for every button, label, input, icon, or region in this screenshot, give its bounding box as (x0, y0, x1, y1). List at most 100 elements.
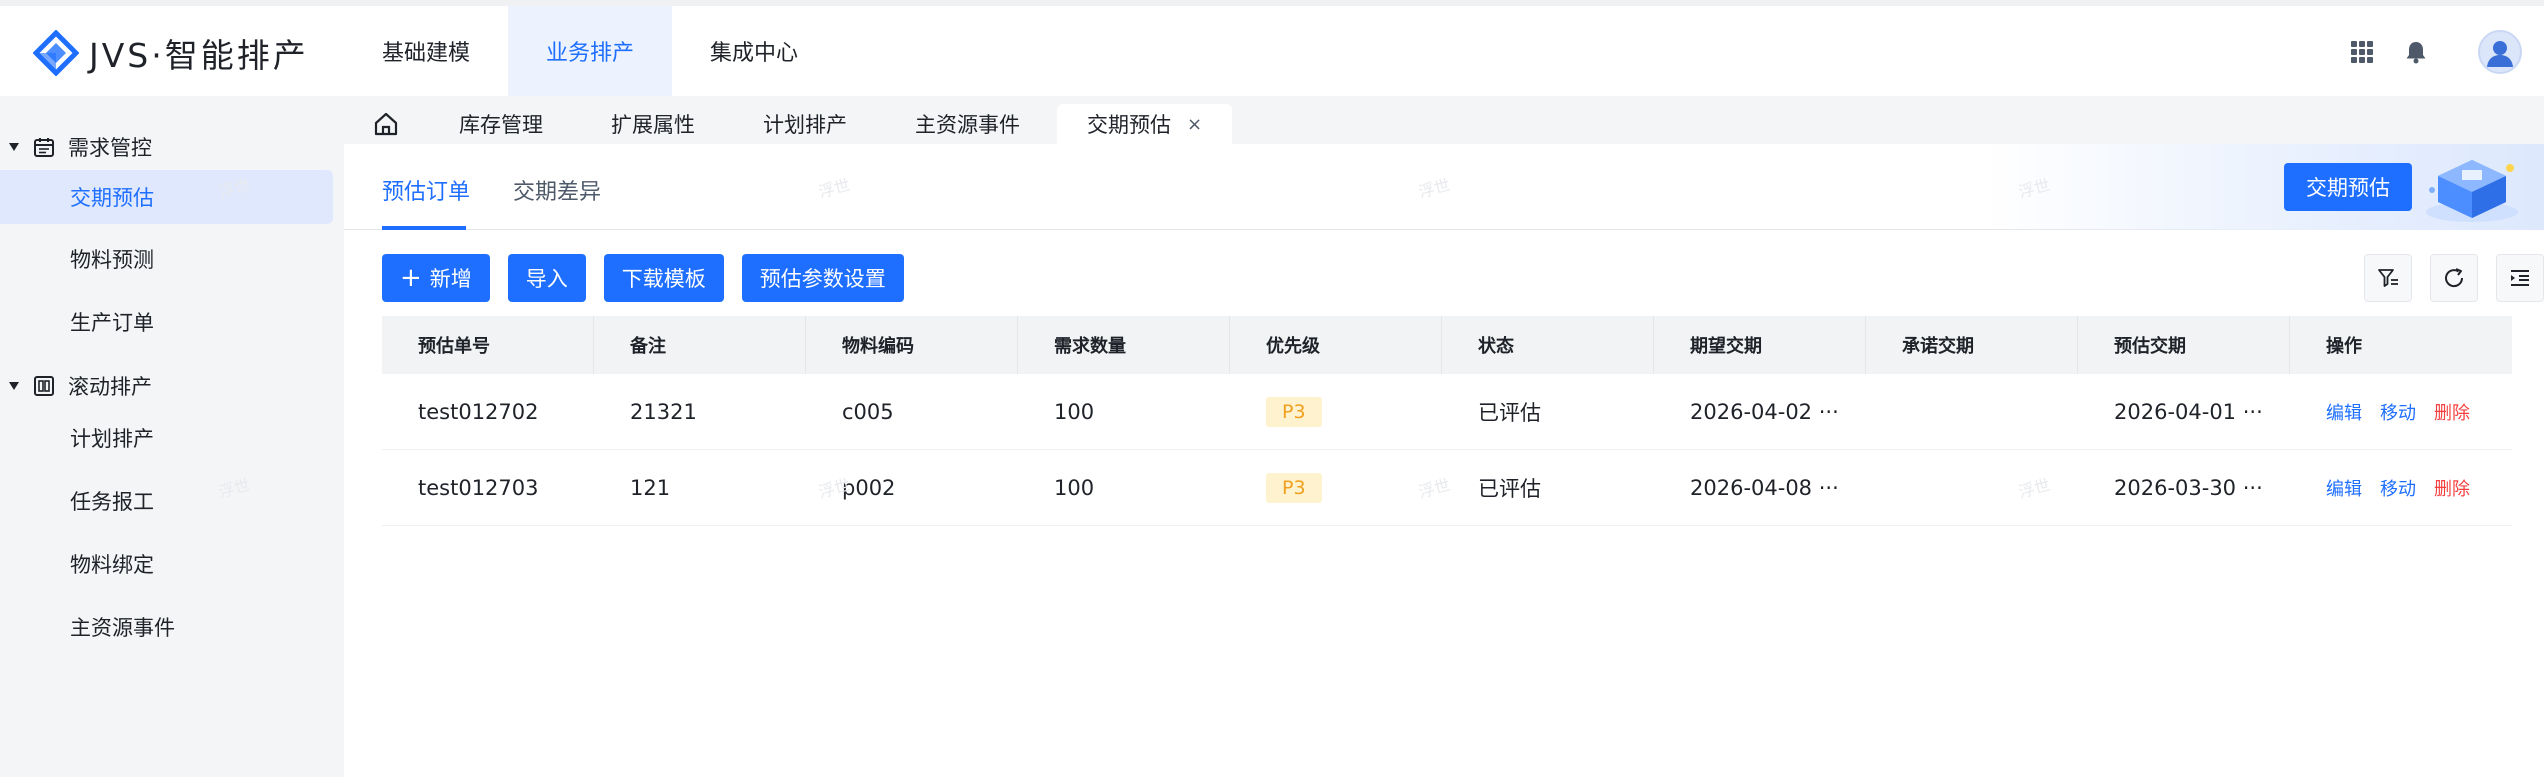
sidebar-group-demand[interactable]: 需求管控 (0, 127, 152, 167)
calendar-icon (32, 135, 56, 159)
sidebar-item-task-report[interactable]: 任务报工 (0, 474, 344, 528)
sidebar-item-plan-scheduling[interactable]: 计划排产 (0, 411, 344, 465)
top-bar: JVS·智能排产 基础建模 业务排产 集成中心 (0, 6, 2544, 96)
column-settings-icon[interactable] (2496, 254, 2544, 302)
sidebar-group-label: 滚动排产 (68, 375, 152, 399)
column-header[interactable]: 物料编码 (806, 316, 1018, 374)
tab-extended-attributes[interactable]: 扩展属性 (611, 104, 695, 144)
tab-main-resource-event[interactable]: 主资源事件 (915, 104, 1020, 144)
delivery-estimate-button[interactable]: 交期预估 (2284, 163, 2412, 211)
column-header[interactable]: 需求数量 (1018, 316, 1230, 374)
sidebar-item-label: 主资源事件 (70, 616, 175, 640)
action-toolbar: + 新增 导入 下载模板 预估参数设置 (382, 254, 922, 302)
cell-estimated-date: 2026-04-01 ··· (2114, 399, 2263, 424)
column-header[interactable]: 预估交期 (2078, 316, 2290, 374)
sidebar-item-delivery-estimate[interactable]: 交期预估 (0, 170, 333, 224)
caret-down-icon (0, 381, 28, 391)
cell-note: 21321 (630, 399, 697, 424)
brand-diamond-icon (33, 30, 79, 76)
cell-order-no: test012702 (418, 399, 539, 424)
tab-label: 库存管理 (459, 113, 543, 137)
close-icon[interactable]: × (1187, 114, 1202, 135)
tab-label: 主资源事件 (915, 113, 1020, 137)
sidebar-item-main-resource-event[interactable]: 主资源事件 (0, 600, 344, 654)
delete-link[interactable]: 删除 (2434, 479, 2470, 500)
cell-expected-date: 2026-04-08 ··· (1690, 475, 1839, 500)
column-header[interactable]: 状态 (1442, 316, 1654, 374)
app-root: JVS·智能排产 基础建模 业务排产 集成中心 需求管控 交期预估 物料预测 生… (0, 0, 2544, 777)
cell-qty: 100 (1054, 475, 1095, 500)
tab-label: 计划排产 (763, 113, 847, 137)
table-row[interactable]: test012703 121 p002 100 P3 已评估 2026-04-0… (382, 450, 2512, 526)
edit-link[interactable]: 编辑 (2326, 479, 2362, 500)
delete-link[interactable]: 删除 (2434, 403, 2470, 424)
table-tools (2346, 254, 2544, 302)
top-right-actions (2330, 30, 2522, 74)
brand-logo[interactable]: JVS·智能排产 (33, 28, 309, 78)
caret-down-icon (0, 142, 28, 152)
sidebar-item-label: 计划排产 (70, 427, 154, 451)
cell-material: p002 (842, 475, 896, 500)
topnav-label: 集成中心 (710, 41, 799, 66)
cell-expected-date: 2026-04-02 ··· (1690, 399, 1839, 424)
tab-label: 交期预估 (1087, 113, 1171, 137)
home-icon[interactable] (372, 110, 400, 138)
move-link[interactable]: 移动 (2380, 403, 2416, 424)
topnav-label: 基础建模 (382, 41, 471, 66)
tab-plan-scheduling[interactable]: 计划排产 (763, 104, 847, 144)
table-row[interactable]: test012702 21321 c005 100 P3 已评估 2026-04… (382, 374, 2512, 450)
add-button[interactable]: + 新增 (382, 254, 490, 302)
edit-link[interactable]: 编辑 (2326, 403, 2362, 424)
tab-delivery-estimate[interactable]: 交期预估 × (1057, 104, 1233, 144)
refresh-icon[interactable] (2430, 254, 2478, 302)
sidebar-item-material-forecast[interactable]: 物料预测 (0, 232, 344, 286)
cell-status: 已评估 (1478, 400, 1541, 425)
sidebar-item-label: 物料预测 (70, 248, 154, 272)
column-header[interactable]: 期望交期 (1654, 316, 1866, 374)
column-header: 操作 (2326, 336, 2362, 357)
button-label: 导入 (525, 267, 568, 291)
sidebar-item-label: 任务报工 (70, 490, 154, 514)
apps-grid-icon[interactable] (2340, 30, 2384, 74)
bell-icon[interactable] (2394, 30, 2438, 74)
topnav-item-scheduling[interactable]: 业务排产 (508, 6, 673, 96)
filter-icon[interactable] (2364, 254, 2412, 302)
tab-bar: 库存管理 扩展属性 计划排产 主资源事件 交期预估 × (344, 96, 2544, 144)
subtab-label: 预估订单 (382, 180, 471, 205)
tab-label: 扩展属性 (611, 113, 695, 137)
sidebar-item-production-order[interactable]: 生产订单 (0, 295, 344, 349)
cell-actions: 编辑 移动 删除 (2290, 399, 2512, 425)
column-header[interactable]: 优先级 (1230, 316, 1442, 374)
cell-priority: P3 (1230, 396, 1442, 427)
cell-order-no: test012703 (418, 475, 539, 500)
sidebar-group-rolling[interactable]: 滚动排产 (0, 366, 152, 406)
cell-note: 121 (630, 475, 671, 500)
subtab-estimate-orders[interactable]: 预估订单 (382, 174, 470, 206)
sidebar-item-label: 物料绑定 (70, 553, 154, 577)
subtab-delivery-difference[interactable]: 交期差异 (513, 174, 601, 206)
isometric-box-illustration-icon (2426, 160, 2518, 222)
column-header[interactable]: 备注 (594, 316, 806, 374)
estimate-table: 预估单号 备注 物料编码 需求数量 优先级 状态 期望交期 承诺交期 预估交期 … (382, 316, 2512, 526)
move-link[interactable]: 移动 (2380, 479, 2416, 500)
download-template-button[interactable]: 下载模板 (603, 254, 724, 302)
cell-priority: P3 (1230, 472, 1442, 503)
brand-name: JVS·智能排产 (89, 36, 309, 75)
plus-icon: + (400, 263, 422, 293)
estimate-settings-button[interactable]: 预估参数设置 (741, 254, 904, 302)
user-avatar-icon[interactable] (2478, 30, 2522, 74)
topnav-item-modeling[interactable]: 基础建模 (344, 6, 508, 96)
column-header[interactable]: 承诺交期 (1866, 316, 2078, 374)
table-header: 预估单号 备注 物料编码 需求数量 优先级 状态 期望交期 承诺交期 预估交期 … (382, 316, 2512, 374)
topnav-item-integration[interactable]: 集成中心 (672, 6, 836, 96)
cell-estimated-date: 2026-03-30 ··· (2114, 475, 2263, 500)
column-header[interactable]: 预估单号 (382, 316, 594, 374)
tab-inventory[interactable]: 库存管理 (459, 104, 543, 144)
schedule-icon (32, 374, 56, 398)
sidebar-item-label: 生产订单 (70, 311, 154, 335)
sidebar-item-material-binding[interactable]: 物料绑定 (0, 537, 344, 591)
import-button[interactable]: 导入 (507, 254, 586, 302)
button-label: 下载模板 (621, 267, 706, 291)
active-tab-indicator (382, 226, 466, 230)
main-content: 预估订单 交期差异 交期预估 + 新增 导入 下载模板 预估参数设置 预估单号 … (344, 144, 2544, 777)
